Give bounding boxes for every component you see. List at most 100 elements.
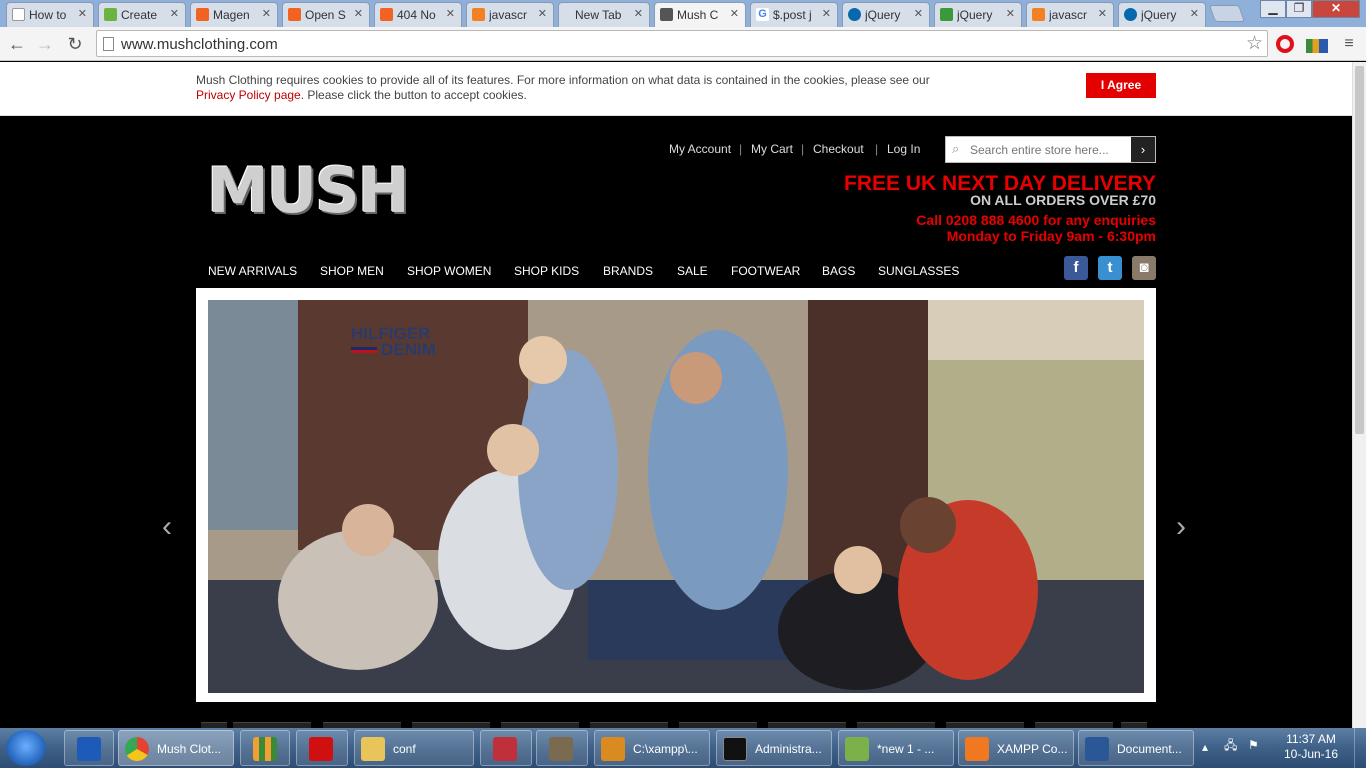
browser-tab[interactable]: G $.post j ✕ [750, 2, 838, 27]
reload-icon[interactable]: ↻ [64, 33, 86, 55]
hero-banner-image[interactable]: HILFIGER DENIM [208, 300, 1144, 693]
taskbar-cmd[interactable]: Administra... [716, 730, 832, 766]
back-arrow-icon[interactable]: ← [6, 33, 28, 55]
taskbar-outlook[interactable] [64, 730, 114, 766]
taskbar-xampp[interactable]: XAMPP Co... [958, 730, 1074, 766]
browser-tab[interactable]: Magen ✕ [190, 2, 278, 27]
taskbar-gimp[interactable] [536, 730, 588, 766]
mush-logo[interactable]: MUSH [207, 160, 425, 236]
browser-tab[interactable]: New Tab ✕ [558, 2, 650, 27]
browser-tab[interactable]: 404 No ✕ [374, 2, 462, 27]
close-icon[interactable]: ✕ [78, 7, 87, 20]
nav-sale[interactable]: SALE [677, 264, 708, 278]
browser-toolbar: ← → ↻ www.mushclothing.com ☆ ≡ [0, 27, 1366, 61]
my-cart-link[interactable]: My Cart [751, 142, 793, 156]
taskbar-sublime[interactable]: C:\xampp\... [594, 730, 710, 766]
checkout-link[interactable]: Checkout [813, 142, 864, 156]
show-hidden-icons[interactable]: ▴ [1202, 740, 1208, 755]
agree-button[interactable]: I Agree [1086, 73, 1156, 98]
privacy-policy-link[interactable]: Privacy Policy page [196, 88, 301, 102]
close-icon[interactable]: ✕ [914, 7, 923, 20]
browser-tab[interactable]: javascr ✕ [1026, 2, 1114, 27]
hilfiger-badge: HILFIGER DENIM [351, 325, 436, 358]
action-center-flag-icon[interactable]: ⚑ [1248, 738, 1259, 753]
browser-tab[interactable]: javascr ✕ [466, 2, 554, 27]
close-icon[interactable]: ✕ [446, 7, 455, 20]
taskbar-chrome[interactable]: Mush Clot... [118, 730, 234, 766]
slider-prev-arrow[interactable]: ‹ [162, 510, 172, 544]
taskbar-app[interactable] [480, 730, 532, 766]
taskbar-explorer[interactable]: conf [354, 730, 474, 766]
nav-new-arrivals[interactable]: NEW ARRIVALS [208, 264, 297, 278]
taskbar-acrobat[interactable] [296, 730, 348, 766]
close-icon[interactable]: ✕ [1098, 7, 1107, 20]
page-scrollbar[interactable] [1352, 62, 1366, 728]
site-icon [660, 8, 673, 21]
facebook-icon[interactable]: f [1064, 256, 1088, 280]
close-icon[interactable]: ✕ [1190, 7, 1199, 20]
outlook-icon [77, 737, 101, 761]
show-desktop-button[interactable] [1354, 728, 1366, 768]
close-icon[interactable]: ✕ [822, 7, 831, 20]
twitter-icon[interactable]: t [1098, 256, 1122, 280]
slider-next-arrow[interactable]: › [1176, 510, 1186, 544]
browser-tab-active[interactable]: Mush C ✕ [654, 2, 746, 27]
address-bar[interactable]: www.mushclothing.com ☆ [96, 30, 1268, 57]
nav-bags[interactable]: BAGS [822, 264, 855, 278]
close-icon[interactable]: ✕ [354, 7, 363, 20]
clock-time: 11:37 AM [1286, 732, 1336, 746]
nav-brands[interactable]: BRANDS [603, 264, 653, 278]
nav-shop-men[interactable]: SHOP MEN [320, 264, 384, 278]
taskbar-apps[interactable] [240, 730, 290, 766]
nav-shop-women[interactable]: SHOP WOMEN [407, 264, 491, 278]
browser-tab[interactable]: Open S ✕ [282, 2, 370, 27]
taskbar-label: Document... [1117, 742, 1182, 756]
search-input[interactable] [970, 140, 1130, 159]
restore-button[interactable]: ❐ [1286, 0, 1312, 18]
my-account-link[interactable]: My Account [669, 142, 731, 156]
logo-text: MUSH [207, 154, 410, 227]
url-text[interactable]: www.mushclothing.com [121, 36, 278, 53]
close-icon[interactable]: ✕ [730, 7, 739, 20]
close-icon[interactable]: ✕ [1006, 7, 1015, 20]
site-icon [940, 8, 953, 21]
taskbar-notepad[interactable]: *new 1 - ... [838, 730, 954, 766]
nav-sunglasses[interactable]: SUNGLASSES [878, 264, 959, 278]
network-icon[interactable]: 🖧 [1224, 738, 1237, 753]
tab-title: jQuery [1141, 8, 1177, 22]
nav-footwear[interactable]: FOOTWEAR [731, 264, 800, 278]
browser-tab[interactable]: Create ✕ [98, 2, 186, 27]
tab-title: 404 No [397, 8, 436, 22]
close-icon[interactable]: ✕ [634, 7, 643, 20]
hero-photo-illustration [208, 300, 1144, 693]
link-separator: | [739, 142, 743, 156]
browser-tab[interactable]: jQuery ✕ [934, 2, 1022, 27]
clock[interactable]: 11:37 AM 10-Jun-16 [1276, 732, 1346, 762]
opera-extension-icon[interactable] [1276, 35, 1294, 53]
scrollbar-thumb[interactable] [1355, 66, 1364, 434]
taskbar-word[interactable]: Document... [1078, 730, 1194, 766]
search-submit-button[interactable]: › [1131, 137, 1155, 162]
close-icon[interactable]: ✕ [538, 7, 547, 20]
log-in-link[interactable]: Log In [887, 142, 920, 156]
close-icon[interactable]: ✕ [262, 7, 271, 20]
new-tab-button[interactable] [1208, 5, 1246, 22]
bookmark-star-icon[interactable]: ☆ [1246, 32, 1263, 55]
browser-tab[interactable]: jQuery ✕ [1118, 2, 1206, 27]
windows-taskbar: Mush Clot... conf C:\xampp\... Administr… [0, 728, 1366, 768]
forward-arrow-icon[interactable]: → [34, 33, 56, 55]
menu-icon[interactable]: ≡ [1338, 33, 1360, 55]
browser-tab[interactable]: jQuery ✕ [842, 2, 930, 27]
close-window-button[interactable]: ✕ [1312, 0, 1360, 18]
tab-title: javascr [489, 8, 528, 22]
xampp-icon [965, 737, 989, 761]
stats-extension-icon[interactable] [1306, 39, 1328, 53]
minimize-button[interactable]: ▁ [1260, 0, 1286, 18]
browser-tab[interactable]: How to ✕ [6, 2, 94, 27]
nav-shop-kids[interactable]: SHOP KIDS [514, 264, 579, 278]
page-icon [103, 37, 114, 51]
start-button[interactable] [6, 730, 46, 766]
close-icon[interactable]: ✕ [170, 7, 179, 20]
instagram-icon[interactable]: ◙ [1132, 256, 1156, 280]
link-separator: | [801, 142, 805, 156]
